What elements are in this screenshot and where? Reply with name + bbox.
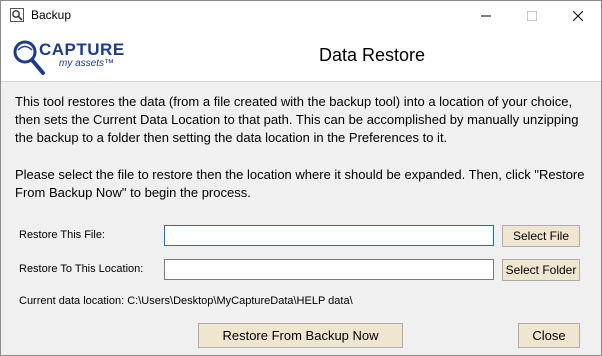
window-title: Backup [31,8,72,22]
minimize-icon [481,15,491,17]
backup-window: Backup CAPTURE my assets™ Data Restore T… [0,0,602,356]
page-title: Data Restore [319,45,426,65]
select-folder-button[interactable]: Select Folder [502,259,580,281]
close-button[interactable]: Close [518,323,580,348]
close-icon [573,11,583,21]
maximize-icon [527,11,537,21]
restore-location-label: Restore To This Location: [19,263,144,275]
close-window-button[interactable] [555,1,601,31]
app-icon [10,8,24,22]
maximize-button[interactable] [509,1,555,31]
minimize-button[interactable] [463,1,509,31]
restore-from-backup-button[interactable]: Restore From Backup Now [198,323,403,348]
instruction-paragraph: Please select the file to restore then t… [15,167,585,200]
description-paragraph: This tool restores the data (from a file… [15,94,579,145]
select-file-button[interactable]: Select File [502,225,580,247]
title-bar[interactable]: Backup [1,1,601,31]
header-banner: CAPTURE my assets™ Data Restore [1,31,601,82]
restore-file-input[interactable] [164,225,494,246]
capture-logo: CAPTURE my assets™ [9,37,129,77]
logo-text: CAPTURE [39,40,125,59]
restore-location-input[interactable] [164,259,494,280]
restore-file-label: Restore This File: [19,229,105,241]
current-data-location: Current data location: C:\Users\Desktop\… [19,295,353,307]
logo-subtext: my assets™ [59,58,115,69]
